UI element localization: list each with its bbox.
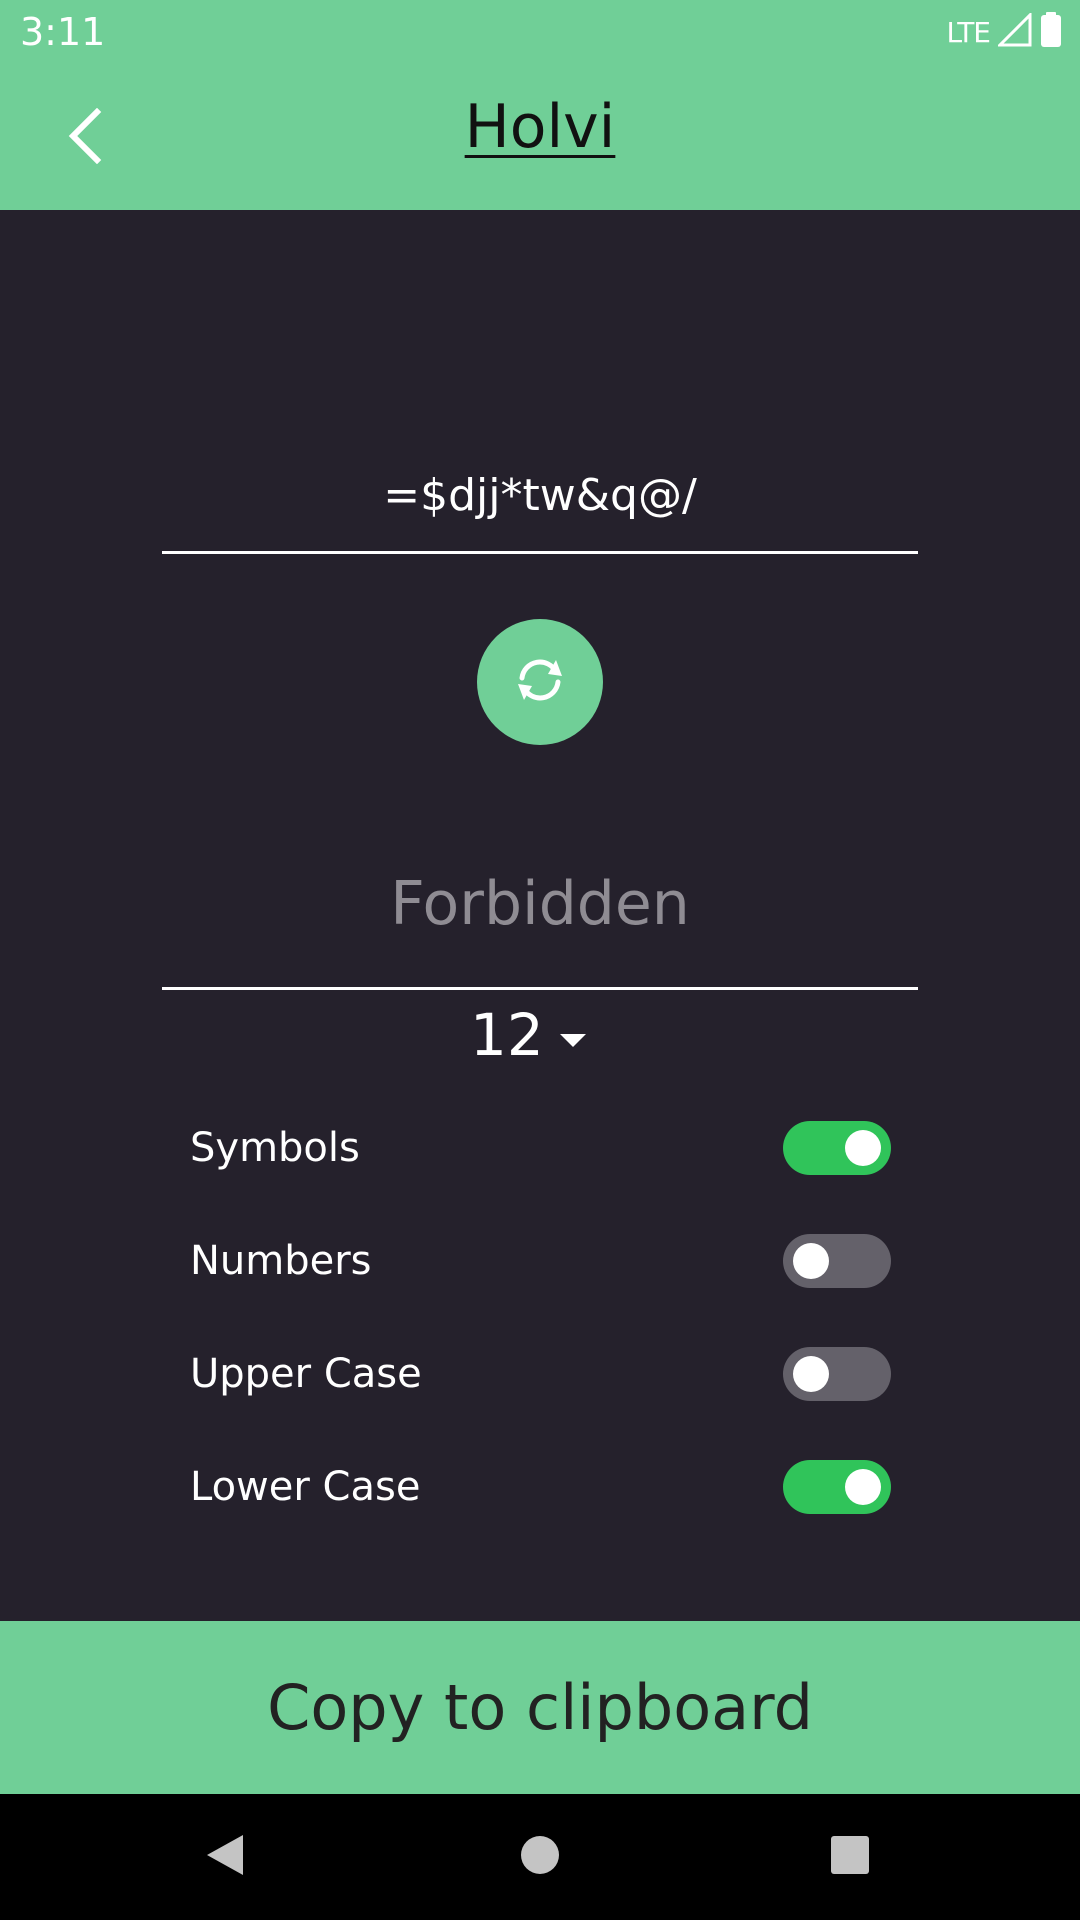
nav-recents-button[interactable] (815, 1822, 885, 1892)
length-dropdown[interactable]: 12 (470, 998, 586, 1072)
toggle-knob (845, 1130, 881, 1166)
network-type: LTE (946, 15, 991, 49)
option-row-symbols: Symbols (190, 1118, 891, 1178)
length-value: 12 (470, 1001, 544, 1069)
generated-password-field[interactable]: =$djj*tw&q@/ (162, 450, 918, 554)
nav-back-button[interactable] (190, 1822, 260, 1892)
refresh-icon (512, 652, 568, 712)
forbidden-input[interactable] (162, 840, 918, 987)
generated-password: =$djj*tw&q@/ (383, 470, 697, 521)
option-label: Lower Case (190, 1464, 421, 1510)
option-label: Upper Case (190, 1351, 422, 1397)
toggle-knob (793, 1243, 829, 1279)
nav-home-button[interactable] (505, 1822, 575, 1892)
lower-case-toggle[interactable] (783, 1460, 891, 1514)
regenerate-button[interactable] (477, 619, 603, 745)
copy-button-label: Copy to clipboard (267, 1671, 813, 1744)
option-row-numbers: Numbers (190, 1231, 891, 1291)
status-bar: 3:11 LTE (0, 0, 1080, 64)
status-icons: LTE (946, 11, 1062, 52)
option-row-upper-case: Upper Case (190, 1344, 891, 1404)
app-title: Holvi (464, 92, 616, 162)
toggle-knob (793, 1356, 829, 1392)
option-row-lower-case: Lower Case (190, 1457, 891, 1517)
forbidden-field (162, 840, 918, 990)
option-label: Numbers (190, 1238, 372, 1284)
home-circle-icon (518, 1833, 562, 1881)
caret-down-icon (559, 1033, 586, 1047)
toggle-knob (845, 1469, 881, 1505)
back-triangle-icon (203, 1831, 247, 1883)
numbers-toggle[interactable] (783, 1234, 891, 1288)
recents-square-icon (829, 1834, 871, 1880)
status-time: 3:11 (20, 10, 106, 54)
upper-case-toggle[interactable] (783, 1347, 891, 1401)
signal-icon (996, 11, 1032, 51)
battery-icon (1040, 12, 1062, 52)
copy-to-clipboard-button[interactable]: Copy to clipboard (0, 1621, 1080, 1794)
app-bar: Holvi (0, 64, 1080, 210)
option-label: Symbols (190, 1125, 360, 1171)
system-nav-bar (0, 1794, 1080, 1920)
symbols-toggle[interactable] (783, 1121, 891, 1175)
